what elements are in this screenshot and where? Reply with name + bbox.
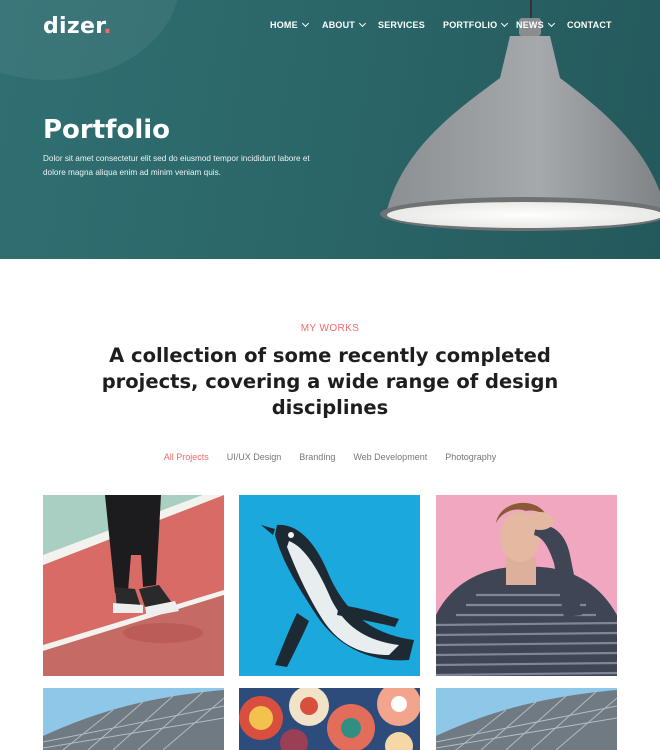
filter-web-development[interactable]: Web Development [353,452,427,462]
chevron-down-icon [301,19,309,28]
portfolio-filters: All Projects UI/UX Design Branding Web D… [0,452,660,462]
portfolio-item-patterns[interactable] [239,688,420,750]
nav-item-home[interactable]: HOME [270,19,309,30]
pendant-lamp-image [380,18,660,231]
page-title: Portfolio [43,115,171,145]
chevron-down-icon [547,19,555,28]
penguin-image [239,495,420,676]
section-eyebrow: MY WORKS [300,323,360,334]
portfolio-item-portrait[interactable] [436,495,617,676]
nav-item-about[interactable]: ABOUT [322,19,367,30]
nav-item-services[interactable]: SERVICES [378,20,425,30]
chevron-down-icon [358,19,367,28]
nav-label: PORTFOLIO [443,20,498,30]
chevron-down-icon [501,19,509,28]
nav-label: SERVICES [378,20,425,30]
nav-label: ABOUT [322,20,355,30]
nav-item-contact[interactable]: CONTACT [567,20,612,30]
nav-label: HOME [270,20,298,30]
nav-item-portfolio[interactable]: PORTFOLIO [443,19,509,30]
main-nav: HOME ABOUT SERVICES PORTFOLIO NEWS CONTA… [0,19,660,34]
hero-banner: dizer. HOME ABOUT SERVICES PORTFOLIO NEW… [0,0,660,259]
portfolio-item-architecture-2[interactable] [436,688,617,750]
portfolio-item-penguin[interactable] [239,495,420,676]
patterns-image [239,688,420,750]
architecture-image [43,688,224,750]
hero-subtitle: Dolor sit amet consectetur elit sed do e… [43,154,310,177]
filter-branding[interactable]: Branding [299,452,335,462]
nav-item-news[interactable]: NEWS [516,19,555,30]
portfolio-item-sneakers[interactable] [43,495,224,676]
nav-label: NEWS [516,20,544,30]
filter-all-projects[interactable]: All Projects [164,452,209,462]
nav-label: CONTACT [567,20,612,30]
portfolio-item-architecture-1[interactable] [43,688,224,750]
filter-ui-ux-design[interactable]: UI/UX Design [227,452,282,462]
section-headline: A collection of some recently completed … [101,344,559,419]
hero-glow [0,0,180,80]
architecture-image [436,688,617,750]
portrait-image [436,495,617,676]
sneakers-image [43,495,224,676]
filter-photography[interactable]: Photography [445,452,496,462]
